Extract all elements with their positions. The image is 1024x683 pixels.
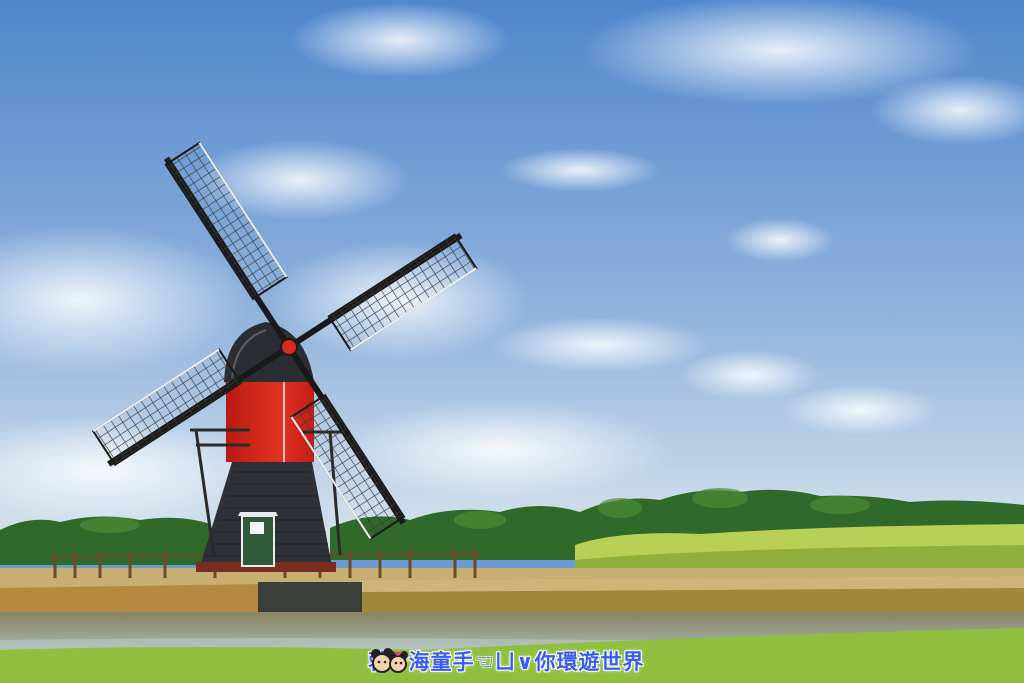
bridge [258,582,362,614]
watermark-text: 蓉❤海童手☜ㄩ∨你環遊世界 [368,650,645,674]
sail-hub [280,338,298,356]
photo-scene: 蓉❤海童手☜ㄩ∨你環遊世界 [0,0,1024,683]
mickey-minnie-icon [371,648,408,673]
watermark: 蓉❤海童手☜ㄩ∨你環遊世界 [368,646,644,676]
landscape-illustration [0,0,1024,683]
